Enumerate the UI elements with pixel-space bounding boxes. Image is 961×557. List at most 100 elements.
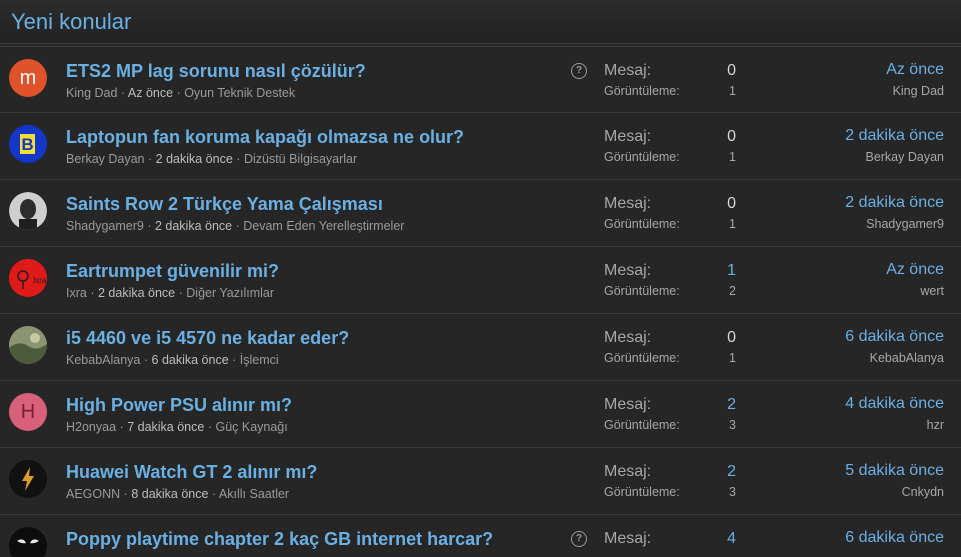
last-post-time[interactable]: 2 dakika önce [845,127,944,145]
meta-separator: · [148,152,153,166]
avatar[interactable]: B [9,125,47,163]
avatar-image: Ixra [9,259,47,297]
thread-time[interactable]: 2 dakika önce [156,152,233,166]
thread-author[interactable]: Ixra [66,286,87,300]
thread-row: B Laptopun fan koruma kapağı olmazsa ne … [0,113,961,180]
views-count: 1 [729,217,736,231]
replies-count[interactable]: 1 [700,262,736,280]
thread-meta: Shadygamer9 · 2 dakika önce · Devam Eden… [66,219,404,233]
avatar[interactable] [9,460,47,498]
thread-title[interactable]: Poppy playtime chapter 2 kaç GB internet… [66,529,493,550]
block-header: Yeni konular [0,0,961,44]
thread-time[interactable]: 8 dakika önce [131,487,208,501]
meta-separator: · [90,286,95,300]
thread-title[interactable]: High Power PSU alınır mı? [66,395,292,416]
avatar[interactable] [9,527,47,557]
thread-author[interactable]: AEGONN [66,487,120,501]
avatar[interactable] [9,192,47,230]
thread-title[interactable]: Saints Row 2 Türkçe Yama Çalışması [66,194,383,215]
last-post-time[interactable]: 5 dakika önce [845,462,944,480]
thread-row: Poppy playtime chapter 2 kaç GB internet… [0,515,961,557]
views-label: Görüntüleme: [604,351,680,365]
last-post-user[interactable]: Cnkydn [902,485,944,499]
views-label: Görüntüleme: [604,485,680,499]
avatar[interactable]: Ixra [9,259,47,297]
thread-title[interactable]: Eartrumpet güvenilir mi? [66,261,279,282]
last-post-time[interactable]: 6 dakika önce [845,529,944,547]
thread-list: m ETS2 MP lag sorunu nasıl çözülür? King… [0,46,961,557]
thread-author[interactable]: Shadygamer9 [66,219,144,233]
question-icon: ? [571,531,587,547]
thread-time[interactable]: 2 dakika önce [155,219,232,233]
thread-time[interactable]: Az önce [128,86,173,100]
block-title[interactable]: Yeni konular [11,9,131,35]
thread-forum[interactable]: Güç Kaynağı [215,420,287,434]
replies-count: 0 [727,329,736,346]
thread-row: H High Power PSU alınır mı? H2onyaa · 7 … [0,381,961,448]
thread-forum[interactable]: İşlemci [240,353,279,367]
thread-meta: AEGONN · 8 dakika önce · Akıllı Saatler [66,487,289,501]
thread-title[interactable]: i5 4460 ve i5 4570 ne kadar eder? [66,328,349,349]
thread-forum[interactable]: Akıllı Saatler [219,487,289,501]
thread-time[interactable]: 2 dakika önce [98,286,175,300]
thread-forum[interactable]: Diğer Yazılımlar [186,286,274,300]
meta-separator: · [176,86,181,100]
views-count: 3 [729,485,736,499]
views-label: Görüntüleme: [604,217,680,231]
thread-meta: H2onyaa · 7 dakika önce · Güç Kaynağı [66,420,288,434]
replies-count: 0 [727,128,736,145]
last-post-user[interactable]: hzr [927,418,944,432]
meta-separator: · [178,286,183,300]
last-post-time[interactable]: 6 dakika önce [845,328,944,346]
thread-forum[interactable]: Devam Eden Yerelleştirmeler [243,219,404,233]
avatar[interactable] [9,326,47,364]
thread-title[interactable]: Huawei Watch GT 2 alınır mı? [66,462,317,483]
thread-author[interactable]: H2onyaa [66,420,116,434]
avatar[interactable]: H [9,393,47,431]
last-post-user[interactable]: King Dad [893,84,944,98]
avatar-letter: B [21,135,33,154]
meta-separator: · [123,487,128,501]
avatar[interactable]: m [9,59,47,97]
thread-row: i5 4460 ve i5 4570 ne kadar eder? KebabA… [0,314,961,381]
meta-separator: · [232,353,237,367]
replies-label: Mesaj: [604,195,652,212]
last-post-user[interactable]: Berkay Dayan [865,150,944,164]
replies-count: 0 [727,62,736,79]
meta-separator: · [143,353,149,367]
meta-separator: · [207,420,212,434]
thread-author[interactable]: Berkay Dayan [66,152,145,166]
meta-separator: · [119,420,124,434]
meta-separator: · [120,86,126,100]
avatar-image [9,192,47,230]
meta-separator: · [211,487,217,501]
replies-count[interactable]: 2 [700,463,736,481]
new-threads-block: Yeni konular m ETS2 MP lag sorunu nasıl … [0,0,961,557]
replies-label: Mesaj: [604,329,652,346]
avatar-image: B [9,125,47,163]
thread-title[interactable]: Laptopun fan koruma kapağı olmazsa ne ol… [66,127,464,148]
last-post-user[interactable]: wert [920,284,944,298]
lightning-icon [9,460,47,498]
replies-label: Mesaj: [604,262,652,279]
thread-forum[interactable]: Oyun Teknik Destek [184,86,295,100]
thread-time[interactable]: 7 dakika önce [127,420,204,434]
thread-author[interactable]: King Dad [66,86,117,100]
thread-row: Huawei Watch GT 2 alınır mı? AEGONN · 8 … [0,448,961,515]
replies-count[interactable]: 2 [700,396,736,414]
last-post-time[interactable]: Az önce [886,261,944,279]
thread-title[interactable]: ETS2 MP lag sorunu nasıl çözülür? [66,61,366,82]
thread-time[interactable]: 6 dakika önce [152,353,229,367]
replies-count[interactable]: 4 [700,530,736,548]
thread-author[interactable]: KebabAlanya [66,353,140,367]
last-post-time[interactable]: Az önce [886,61,944,79]
last-post-time[interactable]: 4 dakika önce [845,395,944,413]
views-label: Görüntüleme: [604,284,680,298]
last-post-time[interactable]: 2 dakika önce [845,194,944,212]
views-count: 2 [729,284,736,298]
views-count: 1 [729,351,736,365]
thread-forum[interactable]: Dizüstü Bilgisayarlar [244,152,357,166]
last-post-user[interactable]: Shadygamer9 [866,217,944,231]
last-post-user[interactable]: KebabAlanya [870,351,944,365]
views-count: 1 [729,84,736,98]
